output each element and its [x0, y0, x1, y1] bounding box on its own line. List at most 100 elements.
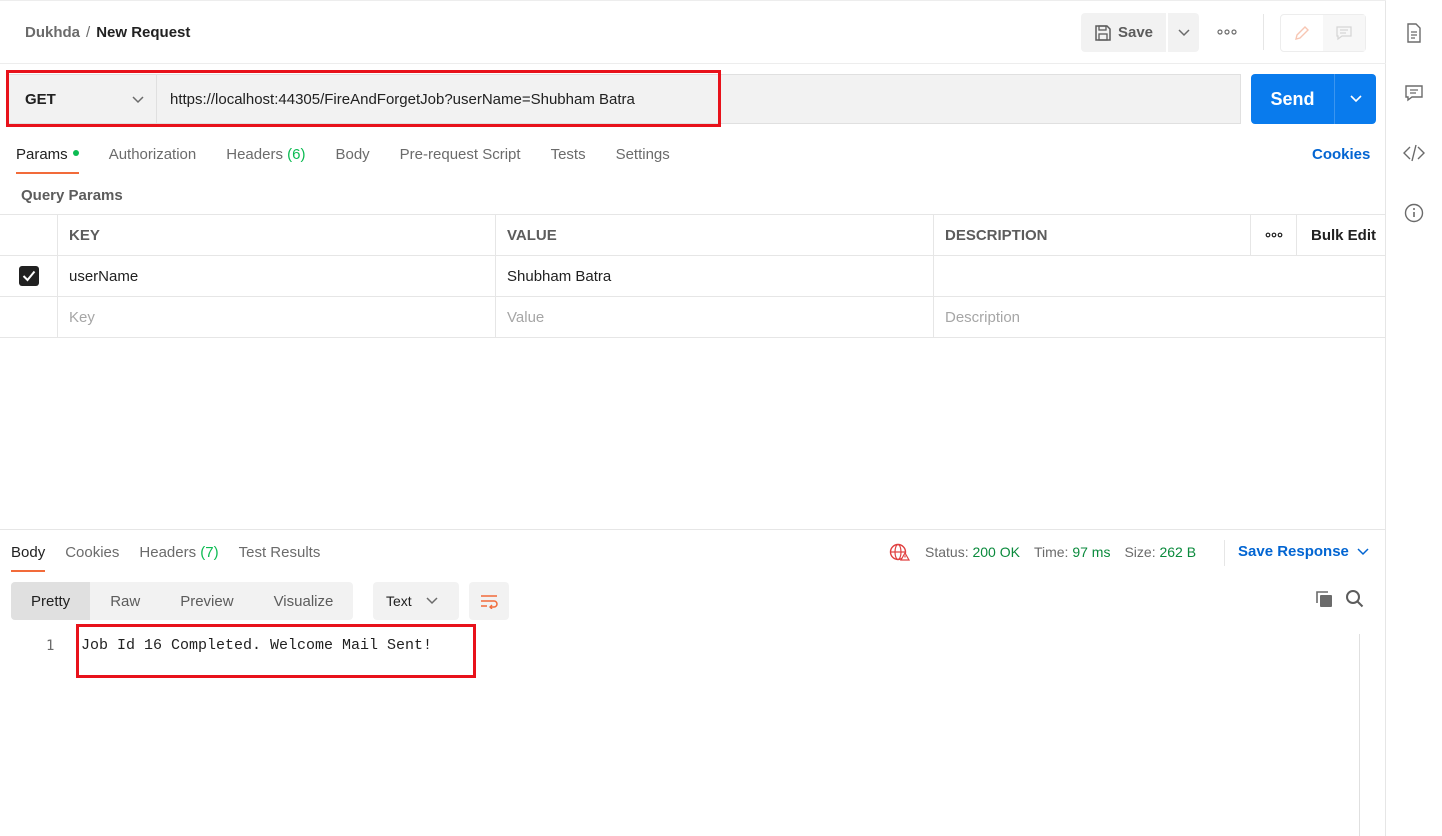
format-select[interactable]: Text — [373, 582, 459, 620]
response-tab-test-results[interactable]: Test Results — [239, 540, 321, 572]
chevron-down-icon — [1357, 547, 1369, 555]
comment-icon — [1405, 85, 1423, 102]
documentation-button[interactable] — [1400, 19, 1428, 47]
request-header: Dukhda / New Request Save — [0, 0, 1386, 64]
save-options-button[interactable] — [1168, 13, 1199, 52]
size-label: Size: — [1124, 544, 1156, 560]
tab-label: Tests — [550, 146, 586, 163]
column-header-key: KEY — [57, 215, 495, 255]
tab-label: Pre-request Script — [399, 146, 521, 163]
breadcrumb-request-name[interactable]: New Request — [96, 24, 190, 41]
column-options-button[interactable] — [1250, 215, 1296, 255]
bulk-edit-button[interactable]: Bulk Edit — [1296, 215, 1386, 255]
code-snippet-button[interactable] — [1400, 139, 1428, 167]
column-header-value: VALUE — [495, 215, 933, 255]
more-horizontal-icon — [1265, 232, 1282, 238]
tab-body[interactable]: Body — [335, 140, 369, 174]
row-checkbox[interactable] — [0, 256, 57, 296]
save-response-button[interactable]: Save Response — [1238, 543, 1369, 560]
search-button[interactable] — [1345, 589, 1365, 612]
table-row: userName Shubham Batra — [0, 256, 1386, 297]
send-options-button[interactable] — [1335, 74, 1376, 124]
cookies-link[interactable]: Cookies — [1312, 146, 1370, 163]
wrap-lines-button[interactable] — [469, 582, 509, 620]
pencil-icon — [1295, 26, 1309, 40]
view-raw-button[interactable]: Raw — [90, 582, 160, 620]
tab-settings[interactable]: Settings — [616, 140, 670, 174]
chevron-down-icon — [1349, 95, 1362, 103]
response-tab-cookies[interactable]: Cookies — [65, 540, 119, 572]
save-label: Save — [1117, 24, 1154, 41]
format-value: Text — [386, 593, 412, 609]
tab-params[interactable]: Params — [16, 140, 79, 174]
query-params-title: Query Params — [21, 187, 123, 204]
size-value[interactable]: 262 B — [1159, 544, 1196, 560]
empty-checkbox-cell — [0, 297, 57, 337]
copy-button[interactable] — [1314, 589, 1334, 612]
params-active-dot — [72, 150, 79, 157]
comments-button[interactable] — [1323, 15, 1365, 51]
tab-label: Authorization — [108, 146, 197, 163]
response-tab-body[interactable]: Body — [11, 540, 46, 572]
info-button[interactable] — [1400, 199, 1428, 227]
search-icon — [1346, 590, 1364, 608]
code-icon — [1403, 144, 1425, 162]
new-key-input[interactable]: Key — [57, 297, 495, 337]
comments-sidebar-button[interactable] — [1400, 79, 1428, 107]
new-value-input[interactable]: Value — [495, 297, 933, 337]
tab-label: Cookies — [65, 544, 120, 561]
globe-warning-icon[interactable] — [889, 542, 911, 562]
info-icon — [1404, 203, 1424, 223]
view-preview-button[interactable]: Preview — [160, 582, 253, 620]
new-description-input[interactable]: Description — [933, 297, 1386, 337]
tab-headers[interactable]: Headers (6) — [226, 140, 305, 174]
chevron-down-icon — [426, 597, 438, 605]
response-meta: Status: 200 OK Time: 97 ms Size: 262 B — [889, 542, 1196, 562]
edit-button[interactable] — [1281, 15, 1323, 51]
response-pane: Body Cookies Headers (7) Test Results St… — [0, 529, 1386, 836]
table-row-new: Key Value Description — [0, 297, 1386, 338]
tab-label: Params — [16, 146, 68, 163]
header-divider — [1263, 14, 1264, 50]
send-button[interactable]: Send — [1251, 74, 1335, 124]
send-group: Send — [1251, 74, 1376, 124]
save-icon — [1095, 24, 1111, 41]
time-value[interactable]: 97 ms — [1072, 544, 1110, 560]
meta-divider — [1224, 540, 1225, 566]
response-view-switcher: Pretty Raw Preview Visualize — [11, 582, 354, 620]
request-workspace: Dukhda / New Request Save GET https://lo… — [0, 0, 1386, 836]
right-sidebar — [1386, 0, 1442, 836]
save-button[interactable]: Save — [1081, 13, 1166, 52]
save-response-label: Save Response — [1238, 543, 1349, 560]
tab-authorization[interactable]: Authorization — [109, 140, 197, 174]
document-icon — [1407, 23, 1421, 43]
editor-scrollbar[interactable] — [1359, 634, 1375, 836]
param-value-cell[interactable]: Shubham Batra — [495, 256, 933, 296]
time-label: Time: — [1033, 544, 1069, 560]
tab-pre-request-script[interactable]: Pre-request Script — [400, 140, 521, 174]
view-pretty-button[interactable]: Pretty — [11, 582, 91, 620]
breadcrumb-separator: / — [86, 24, 91, 41]
wrap-lines-icon — [481, 595, 498, 609]
breadcrumb: Dukhda / New Request — [25, 24, 190, 41]
status-value[interactable]: 200 OK — [972, 544, 1019, 560]
param-key-cell[interactable]: userName — [57, 256, 495, 296]
highlight-box-request — [6, 70, 721, 127]
status-label: Status: — [925, 544, 969, 560]
response-tab-headers[interactable]: Headers (7) — [139, 540, 218, 572]
tab-label: Test Results — [238, 544, 321, 561]
chevron-down-icon — [1177, 28, 1190, 36]
comment-icon — [1336, 26, 1352, 41]
request-tabs: Params Authorization Headers (6) Body Pr… — [16, 140, 700, 174]
breadcrumb-workspace[interactable]: Dukhda — [25, 24, 80, 41]
checkbox-checked-icon — [18, 266, 39, 286]
tab-tests[interactable]: Tests — [551, 140, 586, 174]
highlight-box-response — [76, 624, 476, 678]
more-horizontal-icon — [1217, 29, 1237, 35]
more-actions-button[interactable] — [1213, 22, 1241, 42]
response-tabs: Body Cookies Headers (7) Test Results — [11, 540, 340, 572]
tab-label: Headers — [139, 544, 197, 561]
param-description-cell[interactable] — [933, 256, 1386, 296]
save-group: Save — [1081, 13, 1199, 52]
view-visualize-button[interactable]: Visualize — [254, 582, 354, 620]
